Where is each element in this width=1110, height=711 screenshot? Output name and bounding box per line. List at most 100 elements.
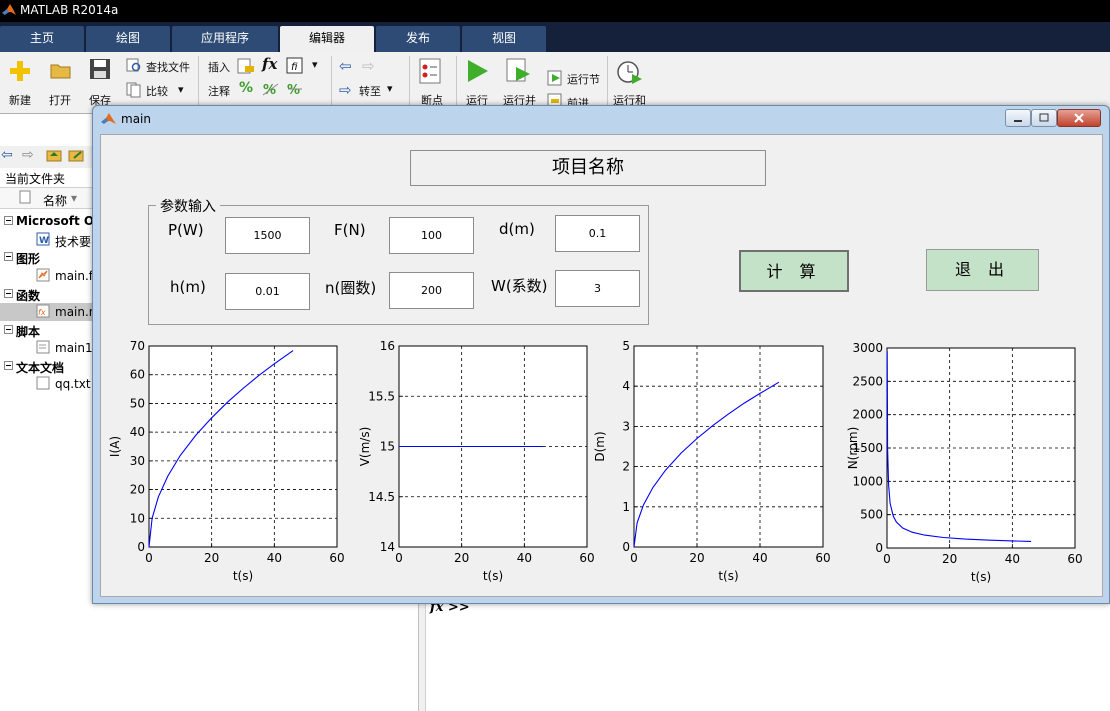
group-text-documents[interactable]: 文本文档 xyxy=(16,359,64,376)
save-icon[interactable] xyxy=(89,58,111,80)
file-item-qq-txt[interactable]: qq.txt xyxy=(55,377,91,391)
compare-dropdown-icon[interactable]: ▾ xyxy=(178,83,184,96)
collapse-group-icon[interactable] xyxy=(4,214,13,228)
matlab-logo-icon xyxy=(2,4,16,15)
nav-back-icon[interactable]: ⇦ xyxy=(1,147,13,163)
group-scripts[interactable]: 脚本 xyxy=(16,323,40,340)
y-tick-label: 20 xyxy=(130,483,145,497)
find-files-icon[interactable] xyxy=(126,57,142,73)
comment-percent-icon[interactable]: % xyxy=(239,80,253,96)
x-axis-label: t(s) xyxy=(718,569,738,583)
tab-editor[interactable]: 编辑器 xyxy=(280,26,374,52)
y-tick-label: 70 xyxy=(130,339,145,353)
breakpoints-icon[interactable] xyxy=(418,58,444,84)
insert-button[interactable]: 插入 xyxy=(208,59,230,75)
run-icon[interactable] xyxy=(464,58,490,84)
x-axis-label: t(s) xyxy=(483,569,503,583)
collapse-group-icon[interactable] xyxy=(4,323,13,337)
tab-plots[interactable]: 绘图 xyxy=(86,26,170,52)
maximize-button[interactable] xyxy=(1031,109,1057,127)
param-label-d: d(m) xyxy=(499,220,535,238)
plot-frame xyxy=(148,345,338,548)
param-label-p: P(W) xyxy=(168,221,204,239)
goto-button[interactable]: 转至 xyxy=(359,83,381,99)
x-tick-label: 40 xyxy=(752,551,767,565)
param-input-d[interactable]: 0.1 xyxy=(555,215,640,252)
tab-view[interactable]: 视图 xyxy=(462,26,546,52)
tab-publish[interactable]: 发布 xyxy=(376,26,460,52)
x-tick-label: 0 xyxy=(883,552,891,566)
minimize-icon xyxy=(1014,120,1022,122)
figure-window-main: main 项目名称 参数输入 P(W) 1500 F(N) 100 d(m) 0… xyxy=(92,105,1110,604)
run-section-icon[interactable] xyxy=(547,70,563,86)
new-button[interactable]: 新建 xyxy=(9,92,31,108)
group-figures[interactable]: 图形 xyxy=(16,250,40,267)
collapse-group-icon[interactable] xyxy=(4,287,13,301)
collapse-group-icon[interactable] xyxy=(4,250,13,264)
run-section-button[interactable]: 运行节 xyxy=(567,71,600,87)
y-tick-label: 60 xyxy=(130,368,145,382)
insert-section-icon[interactable] xyxy=(237,57,255,75)
param-input-f[interactable]: 100 xyxy=(389,217,474,254)
run-and-time-icon[interactable] xyxy=(615,57,643,85)
group-microsoft-office[interactable]: Microsoft O xyxy=(16,214,94,228)
nav-forward-icon[interactable]: ⇨ xyxy=(22,147,34,163)
y-tick-label: 0 xyxy=(875,541,883,555)
open-button[interactable]: 打开 xyxy=(49,92,71,108)
sort-dropdown-icon[interactable]: ▾ xyxy=(71,191,77,205)
plot-frame xyxy=(633,345,824,548)
y-axis-label: I(A) xyxy=(108,436,122,457)
fx-insert-function-button[interactable]: fx xyxy=(262,55,277,73)
compare-icon[interactable] xyxy=(126,82,142,98)
file-item-main-m[interactable]: main.n xyxy=(55,305,96,319)
insert-dropdown-icon[interactable]: ▾ xyxy=(312,58,318,71)
open-folder-icon[interactable] xyxy=(50,60,72,80)
param-input-n[interactable]: 200 xyxy=(389,272,474,309)
wrap-comments-icon[interactable]: % xyxy=(286,81,304,97)
find-files-button[interactable]: 查找文件 xyxy=(146,59,190,75)
file-item-tech-doc[interactable]: 技术要 xyxy=(55,233,91,250)
x-tick-label: 60 xyxy=(1067,552,1082,566)
tab-home[interactable]: 主页 xyxy=(0,26,84,52)
param-label-h: h(m) xyxy=(170,278,206,296)
up-folder-icon[interactable] xyxy=(46,148,62,165)
forward-arrow-icon[interactable]: ⇨ xyxy=(362,57,375,75)
y-tick-label: 0 xyxy=(622,540,630,554)
function-browser-icon[interactable]: fi xyxy=(286,57,304,75)
browse-folder-icon[interactable] xyxy=(68,148,84,165)
plot-background xyxy=(887,348,1075,548)
command-window[interactable]: fx >> xyxy=(418,600,1110,711)
compare-button[interactable]: 比较 xyxy=(146,83,168,99)
collapse-group-icon[interactable] xyxy=(4,359,13,373)
fig-file-icon xyxy=(36,268,50,285)
run-and-advance-icon[interactable] xyxy=(504,57,532,85)
app-title: MATLAB R2014a xyxy=(20,3,119,17)
function-file-icon: fx xyxy=(36,304,50,321)
goto-icon[interactable]: ⇨ xyxy=(339,81,352,99)
column-name-header[interactable]: 名称 xyxy=(43,192,67,209)
x-tick-label: 40 xyxy=(517,551,532,565)
comment-button[interactable]: 注释 xyxy=(208,83,230,99)
y-axis-label: D(m) xyxy=(593,431,607,461)
file-item-main1[interactable]: main1 xyxy=(55,341,93,355)
plot-background xyxy=(149,346,337,547)
figure-title: main xyxy=(121,112,151,126)
exit-button[interactable]: 退 出 xyxy=(926,249,1039,291)
tab-apps[interactable]: 应用程序 xyxy=(172,26,278,52)
calculate-button[interactable]: 计 算 xyxy=(739,250,849,292)
goto-dropdown-icon[interactable]: ▾ xyxy=(387,82,393,95)
x-tick-label: 40 xyxy=(1005,552,1020,566)
uncomment-icon[interactable]: % xyxy=(262,81,280,97)
close-icon xyxy=(1074,113,1084,123)
group-functions[interactable]: 函数 xyxy=(16,287,40,304)
folder-nav-toolbar: ⇦ ⇨ xyxy=(0,146,92,168)
param-input-p[interactable]: 1500 xyxy=(225,217,310,254)
file-item-main-fig[interactable]: main.fi xyxy=(55,269,96,283)
y-tick-label: 1500 xyxy=(852,441,883,455)
param-input-h[interactable]: 0.01 xyxy=(225,273,310,310)
param-input-w[interactable]: 3 xyxy=(555,270,640,307)
minimize-button[interactable] xyxy=(1005,109,1031,127)
new-icon[interactable] xyxy=(8,59,32,83)
close-button[interactable] xyxy=(1057,109,1101,127)
back-arrow-icon[interactable]: ⇦ xyxy=(339,57,352,75)
